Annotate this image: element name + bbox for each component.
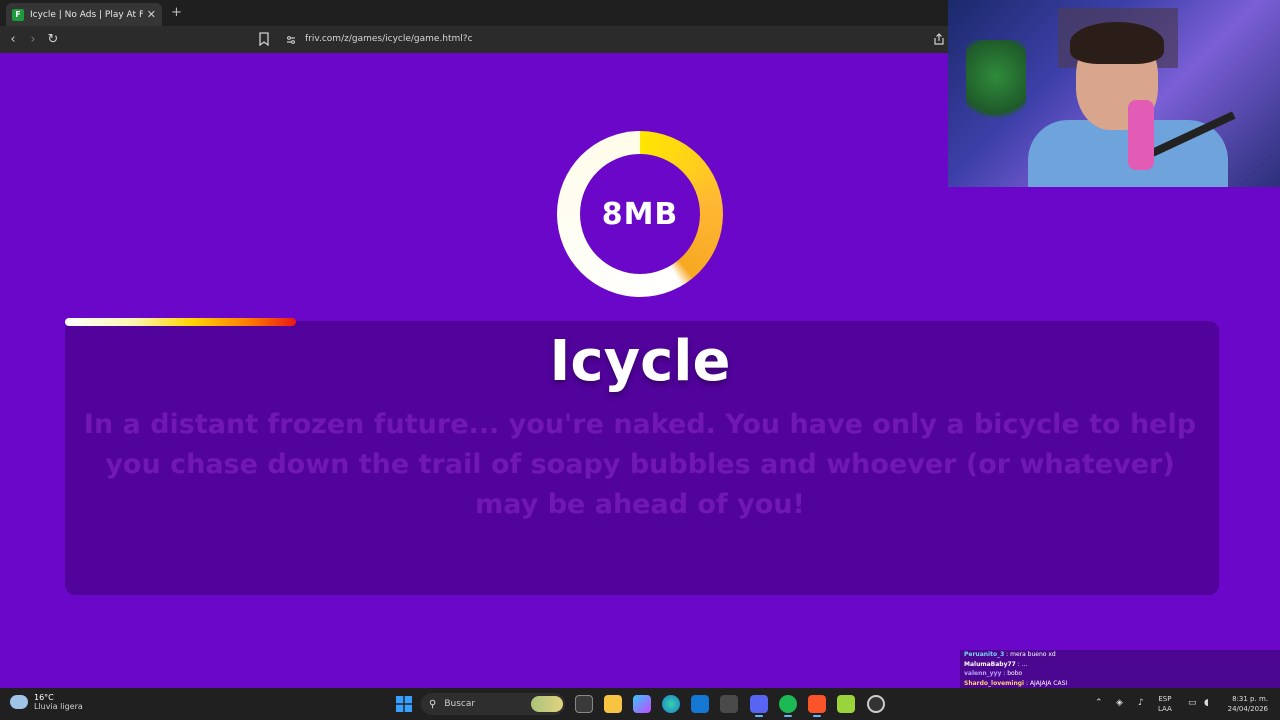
chat-username: MalumaBaby77 — [964, 660, 1016, 668]
search-label: Buscar — [444, 699, 476, 709]
game-size-label: 8MB — [601, 196, 679, 232]
task-view-icon[interactable] — [575, 695, 593, 713]
streamlabs-icon[interactable] — [837, 695, 855, 713]
tray-mic-icon[interactable]: ♪ — [1138, 698, 1144, 708]
copilot-icon[interactable] — [633, 695, 651, 713]
game-description: In a distant frozen future... you're nak… — [83, 409, 1197, 520]
loading-progress-bar — [65, 318, 296, 326]
language-indicator[interactable]: ESP LAA — [1158, 694, 1172, 714]
site-info-icon[interactable] — [286, 35, 296, 45]
spotify-icon[interactable] — [779, 695, 797, 717]
new-tab-icon[interactable]: + — [171, 5, 182, 20]
system-clock[interactable]: 8:31 p. m. 24/04/2026 — [1220, 694, 1268, 714]
search-highlight-art — [531, 696, 563, 712]
game-title: Icycle — [549, 329, 731, 394]
chat-text: bobo — [1007, 670, 1023, 678]
folder-icon[interactable] — [604, 695, 622, 713]
tray-display-icon[interactable]: ▭ — [1188, 698, 1197, 708]
browser-tab[interactable]: F Icycle | No Ads | Play At Friv® ✕ — [6, 3, 162, 26]
address-bar-url[interactable]: friv.com/z/games/icycle/game.html?c — [305, 34, 473, 44]
obs-icon[interactable] — [867, 695, 885, 713]
weather-description: Lluvia ligera — [34, 702, 83, 711]
keyboard-layout: LAA — [1158, 705, 1172, 713]
back-icon[interactable]: ‹ — [4, 31, 22, 49]
streamer-webcam — [948, 0, 1280, 187]
tray-chevron-icon[interactable]: ⌃ — [1095, 698, 1103, 708]
tray-volume-icon[interactable]: ◖ — [1204, 698, 1209, 708]
webcam-microphone — [1128, 100, 1154, 170]
chat-message: Peruanito_3 : mera bueno xd — [960, 650, 1280, 660]
cloud-rain-icon — [10, 695, 28, 709]
loading-ring: 8MB — [557, 131, 723, 297]
chat-username: Peruanito_3 — [964, 651, 1005, 658]
weather-temperature: 16°C — [34, 693, 54, 702]
chat-message: MalumaBaby77 : ... — [960, 660, 1280, 670]
search-icon: ⚲ — [429, 698, 437, 710]
language-code: ESP — [1158, 695, 1172, 703]
forward-icon[interactable]: › — [24, 31, 42, 49]
chat-username: valenn_yyy — [964, 670, 1002, 678]
tray-network-icon[interactable]: ◈ — [1116, 698, 1123, 708]
brave-icon[interactable] — [808, 695, 826, 717]
chat-text: mera bueno xd — [1010, 651, 1056, 658]
outlook-icon[interactable] — [691, 695, 709, 713]
tab-title: Icycle | No Ads | Play At Friv® — [30, 9, 143, 20]
webcam-streamer-hair — [1070, 22, 1164, 64]
clock-date: 24/04/2026 — [1227, 705, 1268, 713]
browser-toolbar: ‹ › ↻ — [0, 26, 948, 53]
chat-message: valenn_yyy : bobo — [960, 669, 1280, 679]
chat-text: AJAJAJA CASI — [1029, 679, 1068, 687]
tab-close-icon[interactable]: ✕ — [147, 8, 156, 21]
friv-favicon-icon: F — [12, 8, 24, 21]
chat-text: ... — [1021, 660, 1028, 668]
windows-start-icon[interactable] — [396, 696, 412, 712]
webcam-plant — [966, 40, 1026, 130]
taskbar-search[interactable]: ⚲ Buscar — [421, 693, 565, 715]
chat-username: Shardo_lovemingi — [964, 679, 1025, 687]
edge-icon[interactable] — [662, 695, 680, 713]
chat-message: Shardo_lovemingi : AJAJAJA CASI — [960, 679, 1280, 689]
store-icon[interactable] — [720, 695, 738, 713]
bookmark-icon[interactable] — [259, 32, 269, 46]
weather-widget[interactable]: 16°C Lluvia ligera — [10, 693, 83, 711]
share-icon[interactable] — [933, 33, 945, 45]
discord-icon[interactable] — [750, 695, 768, 717]
clock-time: 8:31 p. m. — [1232, 695, 1268, 703]
reload-icon[interactable]: ↻ — [44, 31, 62, 49]
browser-tab-bar: F Icycle | No Ads | Play At Friv® ✕ + — [0, 0, 948, 26]
